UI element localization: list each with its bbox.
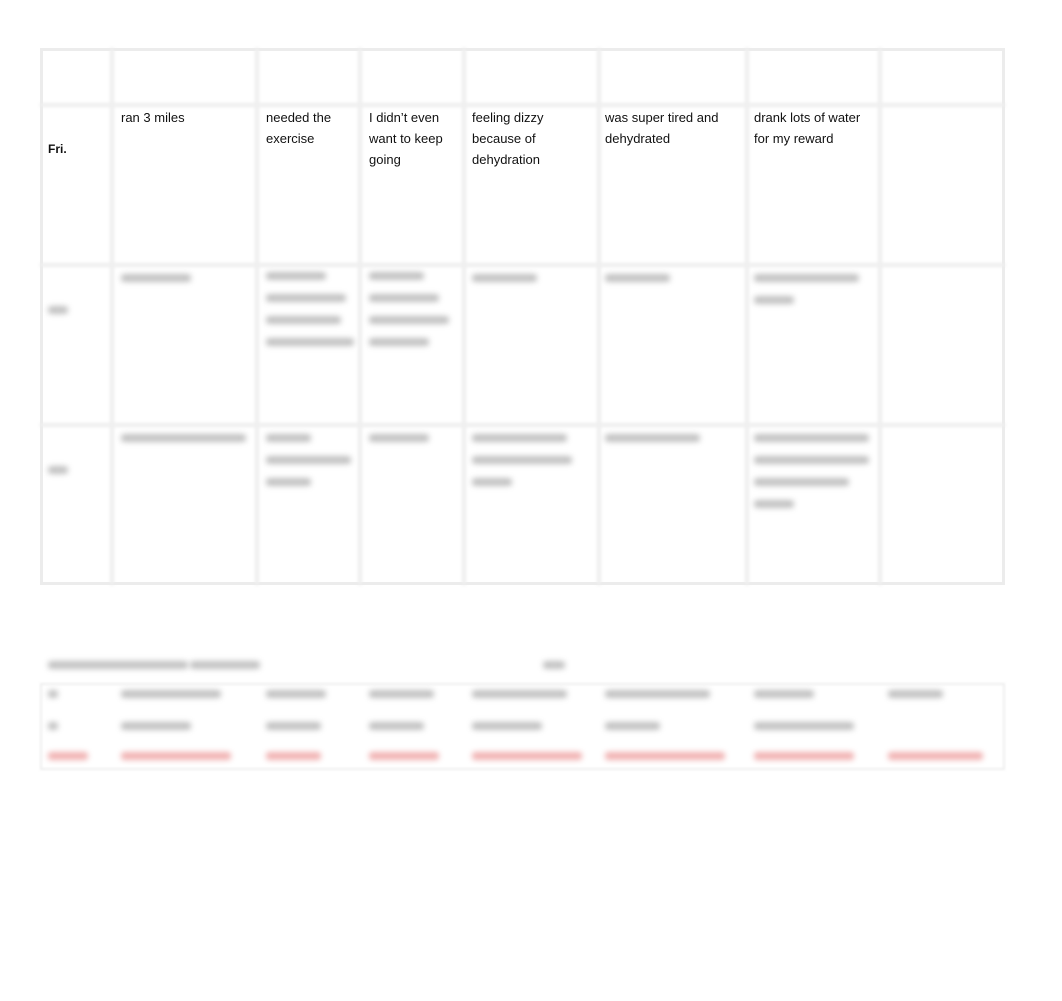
row-divider (40, 263, 1005, 267)
blurred-text (266, 456, 351, 464)
column-divider (462, 48, 466, 585)
cell-reason: needed the exercise (266, 110, 332, 146)
blurred-text (369, 434, 429, 442)
column-divider (878, 48, 882, 585)
cell-reward: drank lots of water for my reward (754, 110, 861, 146)
cell-feelings: feeling dizzy because of dehydration (472, 110, 544, 167)
blurred-text (754, 478, 849, 486)
blurred-text (266, 478, 311, 486)
blurred-text (369, 272, 424, 280)
blurred-text (472, 478, 512, 486)
column-divider (358, 48, 362, 585)
column-divider (745, 48, 749, 585)
blurred-text (369, 294, 439, 302)
blurred-text (543, 661, 565, 669)
blurred-text (266, 272, 326, 280)
blurred-text (754, 296, 794, 304)
blurred-text (266, 338, 354, 346)
blurred-text (266, 434, 311, 442)
blurred-text (190, 661, 260, 669)
blurred-text (48, 306, 68, 314)
column-divider (597, 48, 601, 585)
blurred-text (121, 434, 246, 442)
blurred-text (605, 274, 670, 282)
row-divider (40, 423, 1005, 427)
day-label-fri: Fri. (48, 142, 67, 156)
blurred-text (48, 466, 68, 474)
blurred-text (121, 274, 191, 282)
blurred-text (369, 316, 449, 324)
blurred-text (369, 338, 429, 346)
blurred-text (472, 274, 537, 282)
cell-thoughts: I didn’t even want to keep going (369, 110, 443, 167)
cell-activity: ran 3 miles (121, 110, 185, 125)
blurred-text (266, 294, 346, 302)
blurred-text (266, 316, 341, 324)
summary-table (40, 683, 1005, 770)
blurred-text (754, 434, 869, 442)
column-divider (110, 48, 114, 585)
blurred-text (754, 456, 869, 464)
blurred-text (472, 434, 567, 442)
blurred-text (48, 661, 188, 669)
blurred-text (472, 456, 572, 464)
blurred-text (754, 500, 794, 508)
blurred-text (754, 274, 859, 282)
blurred-text (605, 434, 700, 442)
column-divider (255, 48, 259, 585)
cell-body: was super tired and dehydrated (605, 110, 719, 146)
